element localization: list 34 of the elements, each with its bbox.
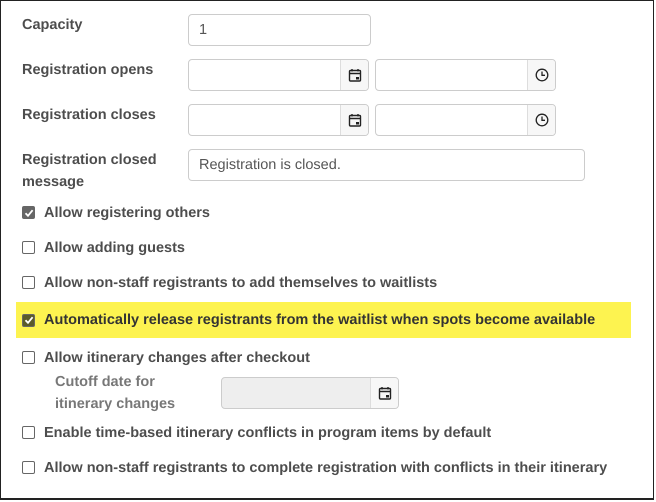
- checkbox-label[interactable]: Allow non-staff registrants to complete registration with conflicts in their itinerary: [44, 460, 608, 476]
- checkbox[interactable]: [22, 426, 35, 439]
- checkbox[interactable]: [22, 461, 35, 474]
- calendar-icon: [348, 68, 362, 82]
- checkbox[interactable]: [22, 206, 35, 219]
- clock-button[interactable]: [527, 105, 555, 135]
- calendar-button[interactable]: [340, 60, 368, 90]
- checkbox[interactable]: [22, 351, 35, 364]
- checkbox-label[interactable]: Enable time-based itinerary conflicts in program items by default: [44, 424, 492, 440]
- date-field[interactable]: [188, 104, 369, 136]
- clock-icon: [534, 113, 548, 127]
- calendar-icon: [378, 386, 392, 400]
- checkbox-label[interactable]: Automatically release registrants from the waitlist when spots become available: [44, 312, 596, 328]
- input-field[interactable]: Registration is closed.: [188, 149, 585, 181]
- field-label: Registration opens: [22, 61, 154, 80]
- checkbox[interactable]: [22, 276, 35, 289]
- date-field[interactable]: [188, 59, 369, 91]
- input-field[interactable]: 1: [188, 14, 371, 46]
- calendar-button[interactable]: [340, 105, 368, 135]
- checkbox-label[interactable]: Allow adding guests: [44, 240, 185, 256]
- checkbox-label[interactable]: Allow itinerary changes after checkout: [44, 350, 310, 366]
- field-label: Registration closes: [22, 106, 157, 125]
- field-label: Capacity: [22, 16, 84, 35]
- checkbox[interactable]: [22, 314, 35, 326]
- time-field[interactable]: [375, 59, 556, 91]
- field-label: Registration closed message: [22, 151, 158, 192]
- field-label: Cutoff date for itinerary changes: [55, 373, 176, 414]
- time-field[interactable]: [375, 104, 556, 136]
- clock-button[interactable]: [527, 60, 555, 90]
- checkbox[interactable]: [22, 241, 35, 254]
- checkbox-label[interactable]: Allow registering others: [44, 204, 210, 220]
- checkbox-label[interactable]: Allow non-staff registrants to add themselves to waitlists: [44, 274, 438, 290]
- calendar-icon: [348, 113, 362, 127]
- clock-icon: [534, 68, 548, 82]
